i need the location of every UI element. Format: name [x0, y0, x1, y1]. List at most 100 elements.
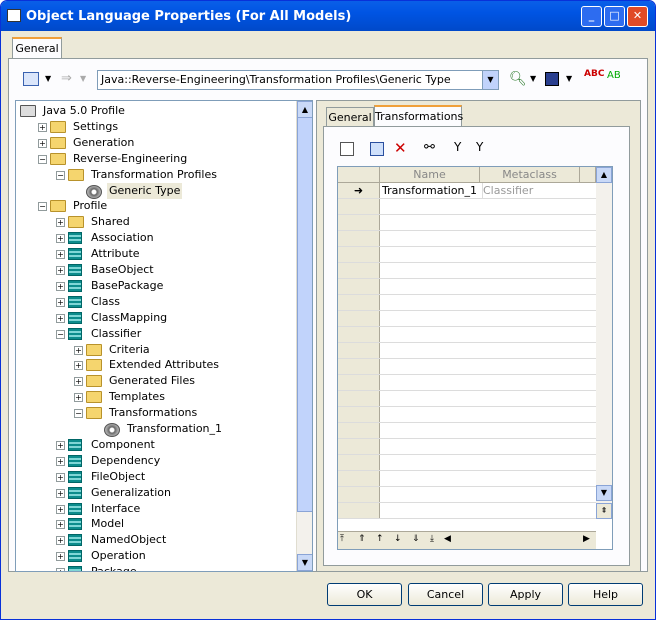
move-page-down-icon[interactable]: ⇓	[412, 534, 420, 544]
save-dropdown-icon[interactable]: ▼	[566, 74, 572, 83]
tree-item[interactable]: + Class	[16, 294, 296, 310]
help-button[interactable]: Help	[568, 583, 643, 606]
minimize-button[interactable]: _	[581, 6, 602, 27]
grid-row[interactable]	[338, 407, 596, 423]
grid-scroll-down[interactable]: ▼	[596, 485, 612, 501]
expand-icon[interactable]: +	[56, 440, 65, 450]
move-bottom-icon[interactable]: ⤓	[430, 534, 434, 544]
move-up-icon[interactable]: ↑	[376, 534, 384, 544]
expand-icon[interactable]: +	[56, 520, 65, 530]
tree-item[interactable]: + NamedObject	[16, 532, 296, 548]
tree-item[interactable]: + Generated Files	[16, 373, 296, 389]
tree-item[interactable]: + Templates	[16, 389, 296, 405]
cancel-button[interactable]: Cancel	[408, 583, 483, 606]
forward-icon[interactable]: ⇒	[61, 71, 72, 86]
filter-clear-icon[interactable]: Y	[476, 140, 483, 154]
row-header[interactable]	[338, 279, 380, 294]
scroll-thumb[interactable]	[297, 117, 312, 512]
tab-general[interactable]: General	[12, 37, 62, 59]
tab-transformations[interactable]: Transformations	[374, 105, 463, 127]
hscroll-left-icon[interactable]: ◀	[444, 534, 451, 544]
object-tree[interactable]: Java 5.0 Profile + Settings + Generation − Rev…	[15, 100, 313, 572]
expand-icon[interactable]: +	[56, 536, 65, 546]
find-icon[interactable]: 🔍︎	[509, 71, 527, 87]
tree-item[interactable]: + Model	[16, 516, 296, 532]
tree-item[interactable]: + Dependency	[16, 453, 296, 469]
tree-item[interactable]: + BasePackage	[16, 278, 296, 294]
expand-icon[interactable]: +	[56, 313, 65, 323]
row-header[interactable]	[338, 439, 380, 454]
tree-item[interactable]: + Attribute	[16, 246, 296, 262]
expand-icon[interactable]: +	[56, 266, 65, 275]
chevron-down-icon[interactable]: ▼	[482, 71, 498, 89]
cell-metaclass[interactable]: Classifier	[482, 183, 580, 198]
grid-vscrollbar[interactable]: ▲ ▼ ⇞	[596, 167, 612, 519]
filter-icon[interactable]: Y	[454, 140, 461, 154]
expand-icon[interactable]: +	[38, 138, 47, 148]
tree-item[interactable]: + ClassMapping	[16, 310, 296, 326]
expand-icon[interactable]: +	[56, 552, 65, 562]
title-bar[interactable]: Object Language Properties (For All Mode…	[1, 1, 655, 31]
expand-icon[interactable]: +	[56, 234, 65, 244]
expand-icon[interactable]: +	[74, 393, 83, 403]
row-header[interactable]	[338, 295, 380, 310]
add-rows-icon[interactable]	[370, 142, 384, 156]
grid-row[interactable]	[338, 359, 596, 375]
tree-item[interactable]: + FileObject	[16, 469, 296, 485]
row-header[interactable]	[338, 247, 380, 262]
row-header[interactable]	[338, 263, 380, 278]
expand-icon[interactable]: +	[56, 488, 65, 498]
grid-row[interactable]	[338, 375, 596, 391]
tree-item[interactable]: + BaseObject	[16, 262, 296, 278]
tree-item[interactable]: + Generation	[16, 135, 296, 151]
save-icon[interactable]	[545, 72, 559, 86]
row-header[interactable]	[338, 199, 380, 214]
move-page-up-icon[interactable]: ⇑	[358, 534, 366, 544]
expand-icon[interactable]: +	[56, 218, 65, 228]
grid-row[interactable]	[338, 295, 596, 311]
close-button[interactable]: ✕	[627, 6, 648, 27]
row-header[interactable]	[338, 487, 380, 502]
compare-icon[interactable]: AB	[607, 70, 621, 81]
tree-scrollbar[interactable]: ▲ ▼	[296, 101, 312, 571]
grid-row[interactable]	[338, 199, 596, 215]
spell-check-icon[interactable]: ABC	[584, 69, 604, 79]
expand-icon[interactable]: +	[56, 297, 65, 307]
column-header-name[interactable]: Name	[380, 167, 480, 183]
tree-item[interactable]: − Profile	[16, 198, 296, 214]
row-header[interactable]	[338, 343, 380, 358]
column-header-metaclass[interactable]: Metaclass	[480, 167, 580, 183]
grid-row[interactable]	[338, 423, 596, 439]
tree-item[interactable]: − Reverse-Engineering	[16, 151, 296, 167]
row-header[interactable]	[338, 423, 380, 438]
collapse-icon[interactable]: −	[38, 154, 47, 164]
maximize-button[interactable]: □	[604, 6, 625, 27]
collapse-icon[interactable]: −	[56, 170, 65, 180]
tree-item[interactable]: + Association	[16, 230, 296, 246]
row-header[interactable]	[338, 455, 380, 470]
find-dropdown-icon[interactable]: ▼	[530, 74, 536, 83]
tree-item[interactable]: + Operation	[16, 548, 296, 564]
tree-item[interactable]: + Package	[16, 564, 296, 571]
tree-item[interactable]: Transformation_1	[16, 421, 296, 437]
tree-item[interactable]: + Generalization	[16, 485, 296, 501]
grid-row[interactable]	[338, 215, 596, 231]
tree-item[interactable]: Java 5.0 Profile	[16, 103, 296, 119]
grid-row[interactable]	[338, 503, 596, 519]
tab-general-detail[interactable]: General	[326, 107, 374, 127]
grid-row[interactable]	[338, 343, 596, 359]
grid-scroll-top-button[interactable]: ⇞	[596, 503, 612, 519]
row-header[interactable]	[338, 471, 380, 486]
expand-icon[interactable]: +	[56, 250, 65, 260]
expand-icon[interactable]: +	[56, 456, 65, 466]
cell-name[interactable]: Transformation_1	[382, 183, 480, 198]
row-header[interactable]	[338, 311, 380, 326]
collapse-icon[interactable]: −	[56, 329, 65, 339]
expand-icon[interactable]: +	[38, 122, 47, 132]
path-combo[interactable]: Java::Reverse-Engineering\Transformation…	[97, 70, 499, 90]
forward-dropdown-icon[interactable]: ▼	[80, 74, 86, 83]
delete-icon[interactable]: ✕	[394, 139, 407, 157]
hscroll-right-icon[interactable]: ▶	[583, 534, 590, 544]
expand-icon[interactable]: +	[74, 345, 83, 355]
move-top-icon[interactable]: ⤒	[340, 534, 344, 544]
